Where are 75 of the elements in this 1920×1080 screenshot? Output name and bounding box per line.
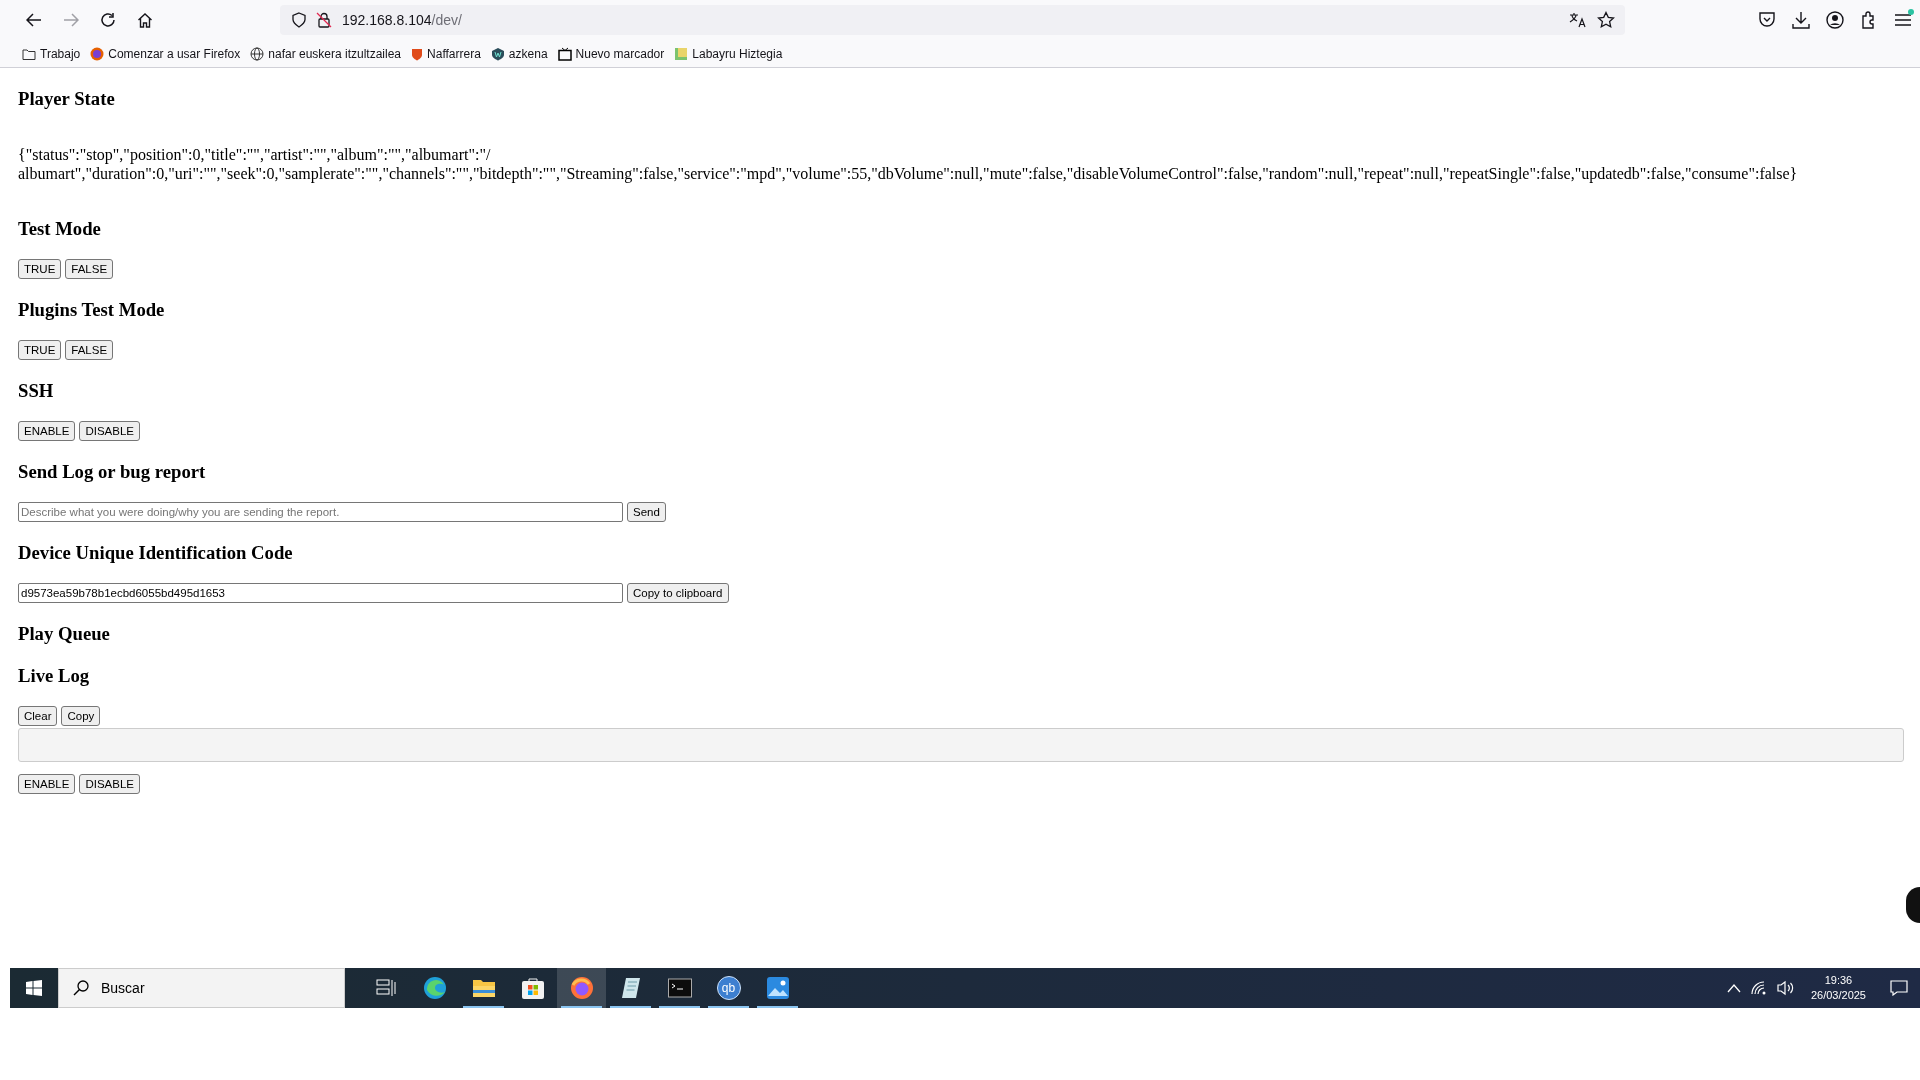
pocket-icon[interactable]	[1758, 11, 1776, 29]
windows-logo-icon	[26, 980, 42, 996]
section-heading: Live Log	[18, 665, 91, 687]
section-heading: Send Log or bug report	[18, 461, 207, 483]
edge-icon[interactable]	[422, 976, 447, 1000]
forward-arrow-icon	[63, 13, 79, 27]
translate-icon[interactable]	[1569, 12, 1587, 28]
bookmark-label: Nuevo marcador	[575, 46, 665, 61]
bookmark-item[interactable]: Naffarrera	[411, 46, 481, 61]
section-heading: Play Queue	[18, 623, 111, 645]
notification-icon[interactable]	[1890, 980, 1908, 996]
photos-icon[interactable]	[765, 976, 790, 1000]
action-button[interactable]: ENABLE	[18, 774, 76, 794]
action-button[interactable]: ENABLE	[18, 421, 76, 441]
action-button[interactable]: Send	[627, 502, 666, 522]
bookmark-label: Naffarrera	[427, 46, 481, 61]
address-bar[interactable]: 192.168.8.104/dev/	[280, 5, 1625, 35]
download-icon[interactable]	[1792, 11, 1810, 29]
qbittorrent-logo[interactable]: qb	[716, 976, 741, 1000]
terminal-icon[interactable]	[667, 978, 692, 998]
clock-date: 26/03/2025	[1810, 988, 1866, 1003]
menu-button[interactable]	[1894, 12, 1912, 28]
section-heading: Plugins Test Mode	[18, 299, 166, 321]
firefox-icon	[90, 46, 105, 61]
action-button[interactable]: Clear	[18, 706, 58, 726]
chevron-up-icon[interactable]	[1726, 983, 1741, 993]
reload-icon	[100, 12, 116, 28]
section-heading: Device Unique Identification Code	[18, 542, 294, 564]
home-icon	[137, 12, 153, 28]
shield-icon	[411, 46, 424, 61]
input-field[interactable]: Describe what you were doing/why you are sending the report.	[18, 502, 623, 522]
store-icon[interactable]	[520, 976, 545, 1000]
taskbar-clock[interactable]: 19:36 26/03/2025	[1804, 973, 1872, 1003]
tv-icon	[557, 46, 572, 61]
action-button[interactable]: TRUE	[18, 340, 62, 360]
folder-icon[interactable]	[471, 978, 496, 998]
badge-icon	[490, 46, 505, 61]
action-button[interactable]: DISABLE	[79, 421, 140, 441]
bookmark-item[interactable]: Trabajo	[22, 46, 81, 61]
clock-time: 19:36	[1824, 973, 1853, 988]
firefox-icon[interactable]	[569, 976, 594, 1000]
menu-icon	[1894, 12, 1912, 28]
bookmark-star-icon[interactable]	[1597, 11, 1615, 29]
section-heading: SSH	[18, 380, 55, 402]
bookmark-label: Trabajo	[40, 46, 81, 61]
section-heading: Player State	[18, 88, 116, 110]
search-icon	[73, 980, 89, 996]
book-icon	[674, 46, 689, 61]
folder-icon	[22, 47, 36, 60]
player-state-json: {"status":"stop","position":0,"title":"","artist":"","album":"","albumart":"/ albumart","duration":0,"uri":"","seek":0,"samplerate":"","channels":"","bitdepth":"","Streaming":false,"service":"mpd","volume":55,"dbVolume":null,"mute":false,"disableVolumeControl":false,"random":null,"repeat":null,"repeatSingle":false,"updatedb":false,"consume":false}	[18, 146, 1799, 183]
bookmark-label: Labayru Hiztegia	[692, 46, 783, 61]
action-button[interactable]: Copy	[61, 706, 101, 726]
bookmark-item[interactable]: Nuevo marcador	[557, 46, 665, 61]
taskbar-app-button[interactable]: qb	[704, 968, 753, 1008]
url-text: 192.168.8.104/dev/	[342, 12, 463, 28]
bookmark-item[interactable]: Labayru Hiztegia	[674, 46, 783, 61]
account-icon[interactable]	[1826, 11, 1844, 29]
back-arrow-icon	[26, 13, 42, 27]
bookmark-label: azkena	[508, 46, 548, 61]
action-button[interactable]: TRUE	[18, 259, 62, 279]
floating-button[interactable]	[1906, 887, 1920, 923]
globe-icon	[250, 46, 265, 61]
shield-icon[interactable]	[292, 12, 306, 28]
action-button[interactable]: Copy to clipboard	[627, 583, 729, 603]
action-button[interactable]: DISABLE	[79, 774, 140, 794]
input-field[interactable]: d9573ea59b78b1ecbd6055bd495d1653	[18, 583, 623, 603]
task-view-icon[interactable]	[375, 979, 396, 997]
insecure-lock-icon[interactable]	[316, 12, 332, 28]
action-button[interactable]: FALSE	[65, 340, 114, 360]
network-icon[interactable]	[1750, 981, 1767, 995]
action-button[interactable]: FALSE	[65, 259, 114, 279]
section-heading: Test Mode	[18, 218, 102, 240]
bookmark-item[interactable]: azkena	[490, 46, 548, 61]
taskbar-search-field[interactable]: Buscar	[58, 968, 345, 1008]
speaker-icon[interactable]	[1776, 980, 1795, 996]
